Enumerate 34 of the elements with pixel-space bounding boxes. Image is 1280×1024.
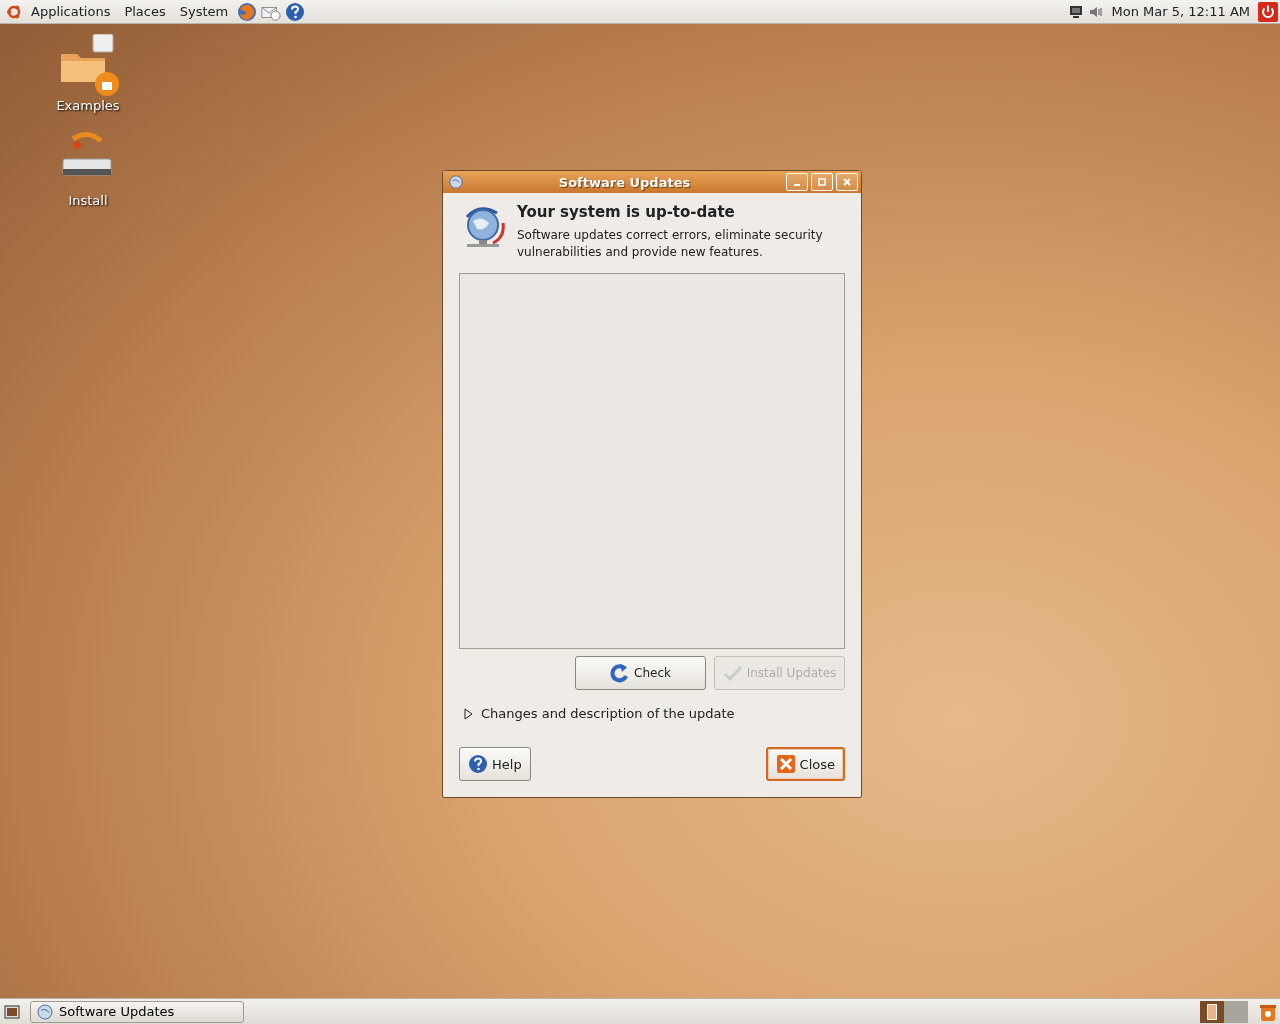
globe-icon: [37, 1003, 53, 1020]
workspace-switch[interactable]: [1224, 1000, 1248, 1023]
desktop-icon-label[interactable]: Examples: [56, 98, 120, 113]
status-heading: Your system is up-to-date: [517, 203, 736, 221]
maximize-icon: [817, 177, 827, 187]
checkmark-icon: [722, 663, 743, 683]
check-button[interactable]: Check: [575, 656, 706, 690]
minimize-button[interactable]: [786, 173, 808, 191]
workspace-switch[interactable]: [1200, 1000, 1224, 1023]
menu-item[interactable]: System: [174, 4, 234, 19]
close-icon: [775, 754, 796, 774]
logo-icon[interactable]: [6, 3, 22, 20]
details-expander[interactable]: Changes and description of the update: [459, 706, 845, 721]
close-button[interactable]: [836, 173, 858, 191]
close-icon: [842, 177, 852, 187]
globe-icon: [449, 175, 463, 189]
help-icon[interactable]: [285, 1, 306, 22]
desktop-icon-label[interactable]: Install: [68, 193, 108, 208]
expander-arrow-icon: [463, 707, 473, 720]
maximize-button[interactable]: [811, 173, 833, 191]
window-title: Software Updates: [557, 174, 692, 190]
status-description: Software updates correct errors, eliminate security vulnerabilities and provide new features.: [517, 227, 824, 261]
help-button[interactable]: Help: [459, 747, 531, 781]
close-dialog-button[interactable]: Close: [765, 747, 845, 781]
show-desktop-icon[interactable]: [4, 1003, 20, 1020]
menu-item[interactable]: Places: [119, 4, 171, 19]
network-icon[interactable]: [1067, 3, 1084, 20]
power-icon[interactable]: [1258, 1, 1278, 22]
minimize-icon: [794, 184, 800, 186]
taskbar-button[interactable]: Software Updates: [30, 1000, 244, 1023]
help-icon: [468, 754, 488, 774]
clock[interactable]: Mon Mar 5, 12:11 AM: [1107, 4, 1254, 19]
menu-item[interactable]: Applications: [26, 4, 116, 19]
browser-icon[interactable]: [237, 1, 258, 22]
